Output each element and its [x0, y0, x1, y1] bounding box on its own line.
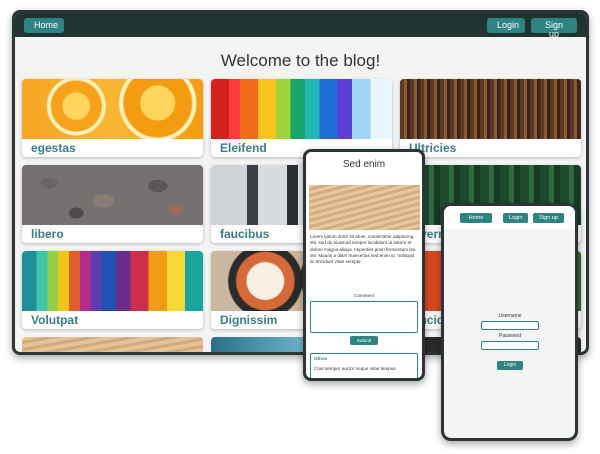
home-button[interactable]: Home [24, 17, 64, 33]
login-button[interactable]: Login [487, 17, 525, 33]
page-title: Welcome to the blog! [220, 51, 381, 70]
post-card[interactable]: egestas [22, 79, 203, 157]
post-card[interactable]: Eleifend [211, 79, 392, 157]
comment-text: Cras semper auctor neque vitae tempus [314, 366, 396, 371]
post-image-stones [22, 165, 203, 225]
phone-navbar: Home Login Sign up [444, 206, 575, 229]
phone-login-view: Home Login Sign up Username Password Log… [441, 203, 578, 441]
post-image-stripes [22, 251, 203, 311]
post-title: Volutpat [31, 313, 79, 327]
post-card[interactable]: libero [22, 165, 203, 243]
post-image-paint [211, 79, 392, 139]
post-image-oranges [22, 79, 203, 139]
password-input[interactable] [481, 341, 539, 350]
post-heading: Sed enim [342, 159, 386, 170]
post-body: Lorem ipsum dolor sit amet, consectetur … [310, 234, 416, 265]
username-label: Username [498, 313, 522, 319]
post-image-sand [309, 185, 420, 230]
top-navbar: Home Login Sign up [15, 13, 586, 38]
post-title: Dignissim [220, 313, 278, 327]
post-title: egestas [31, 141, 76, 155]
username-input[interactable] [481, 321, 539, 330]
post-image-sand [22, 337, 203, 352]
post-card[interactable]: Ultricies [400, 79, 581, 157]
comment-card: Olivia Cras semper auctor neque vitae te… [310, 353, 418, 378]
post-image-library [400, 79, 581, 139]
password-label: Password [499, 333, 521, 339]
blog-mockup: Home Login Sign up Welcome to the blog! … [0, 0, 600, 454]
login-form: Username Password Login [480, 313, 540, 371]
home-button[interactable]: Home [460, 212, 492, 223]
post-card[interactable]: Volutpat [22, 251, 203, 329]
post-title: faucibus [220, 227, 270, 241]
signup-button[interactable]: Sign up [531, 17, 577, 38]
tablet-post-view: Sed enim Lorem ipsum dolor sit amet, con… [303, 149, 425, 381]
login-button[interactable]: Login [503, 212, 528, 223]
login-submit-button[interactable]: Login [497, 360, 523, 370]
comment-author: Olivia [314, 357, 328, 362]
post-title: Eleifend [220, 141, 267, 155]
comment-textarea[interactable] [310, 301, 418, 333]
signup-button[interactable]: Sign up [533, 212, 564, 223]
submit-button[interactable]: Submit [350, 336, 378, 345]
post-title: libero [31, 227, 64, 241]
comment-label: Comment [354, 293, 374, 298]
